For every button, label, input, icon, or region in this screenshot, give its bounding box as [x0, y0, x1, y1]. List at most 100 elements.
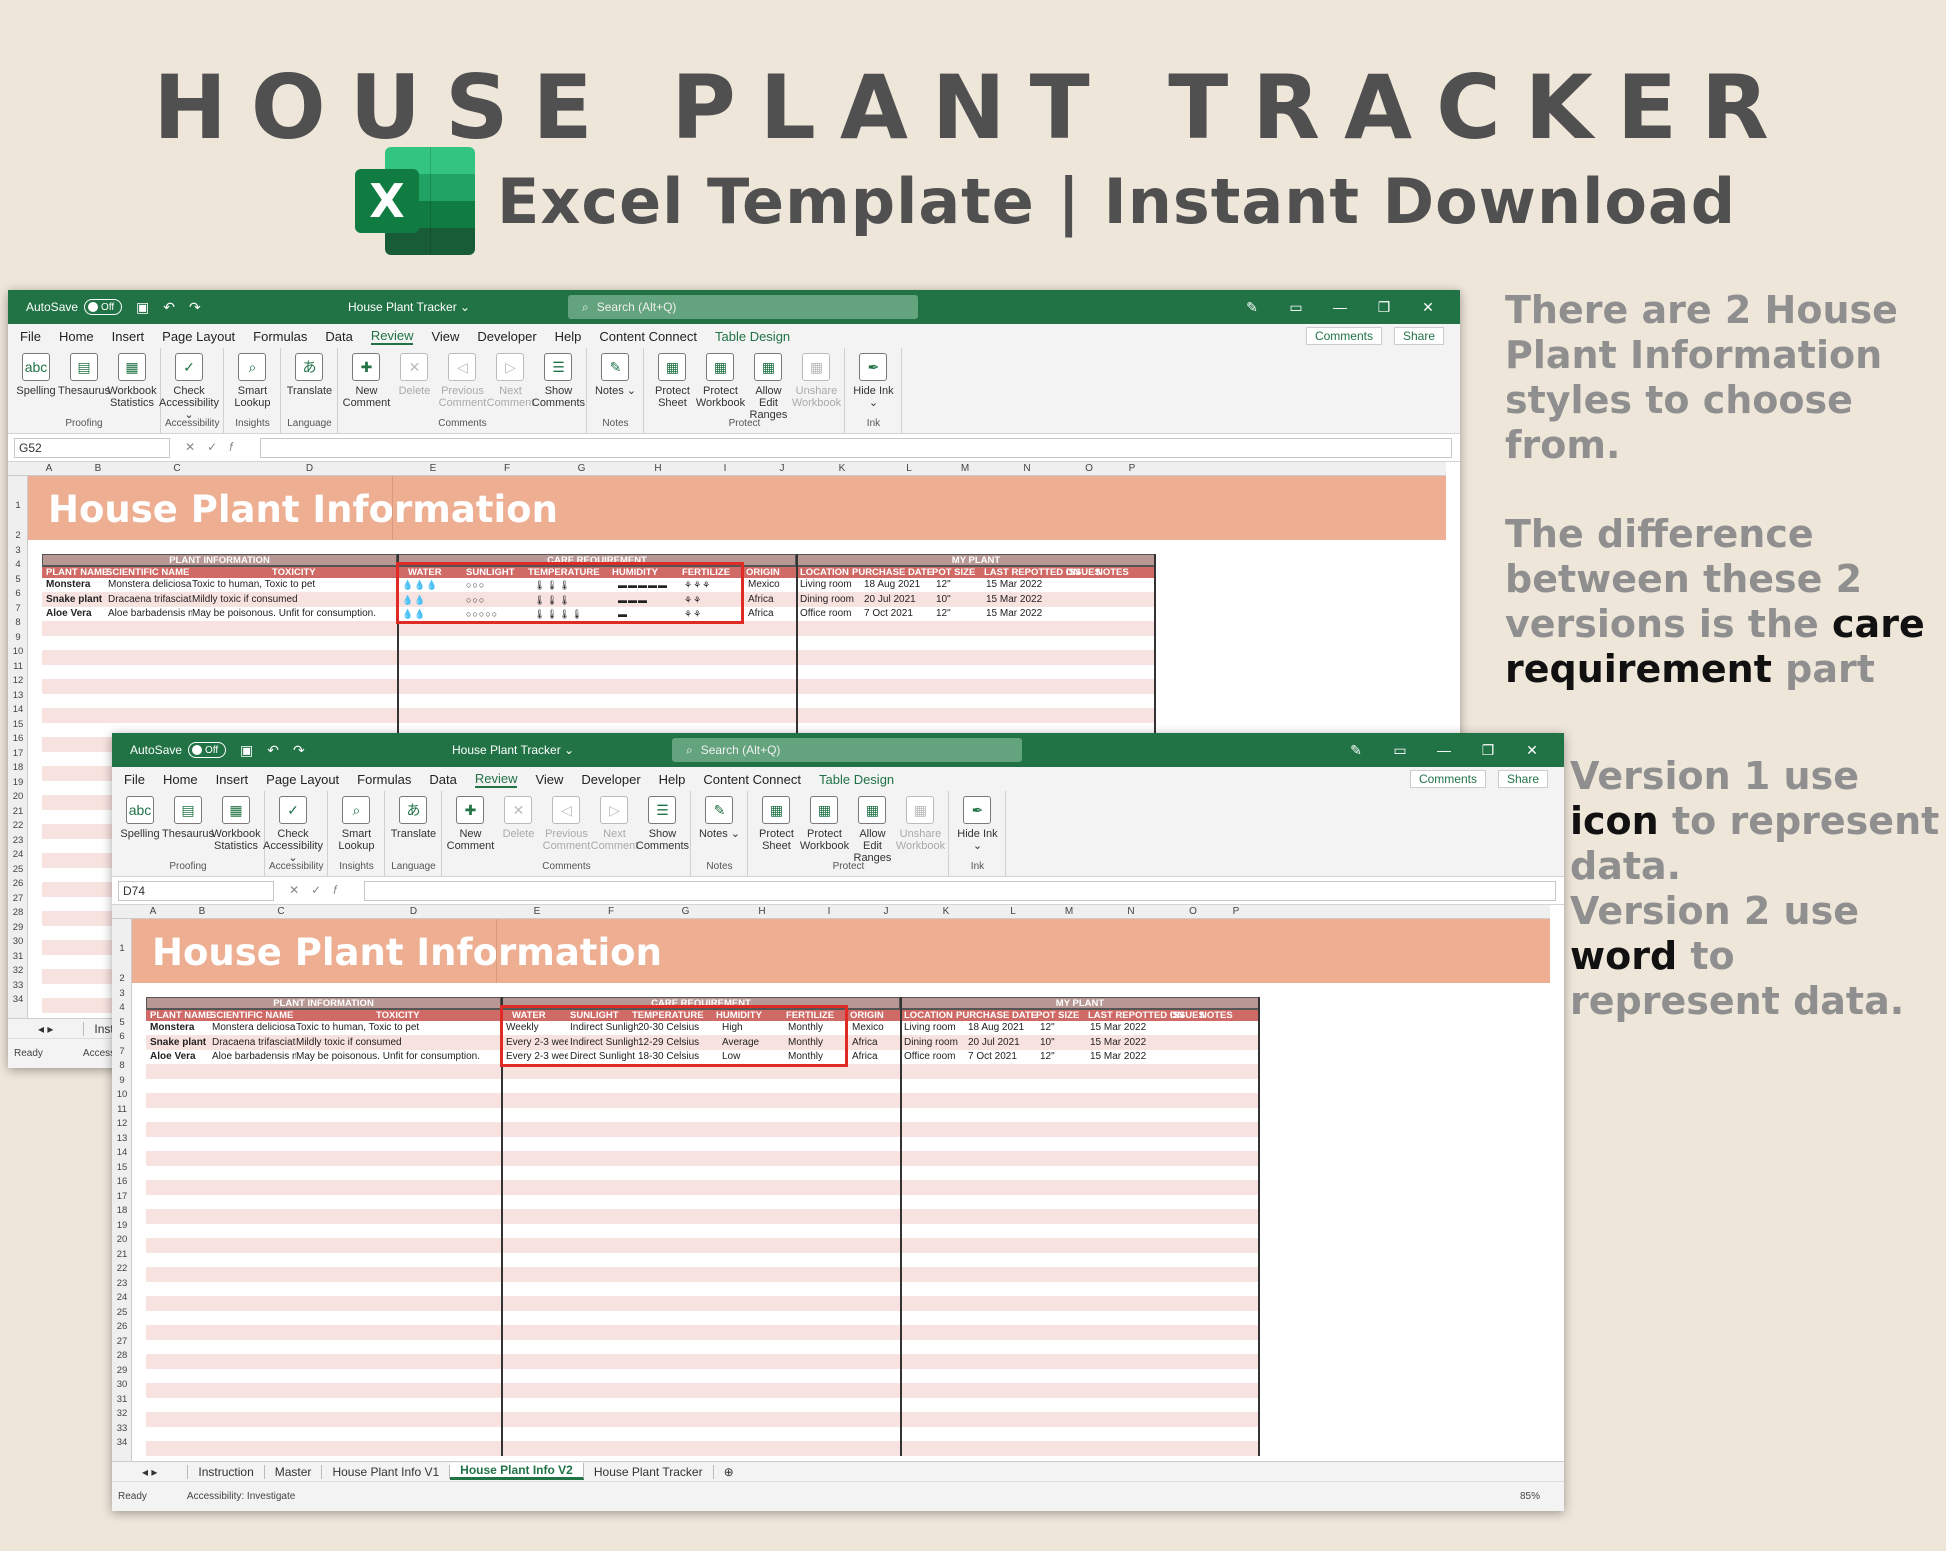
row-header[interactable]: 6	[8, 588, 28, 599]
table-row[interactable]	[146, 1441, 1259, 1456]
pen-icon[interactable]: ✎	[1334, 742, 1378, 759]
check-accessibility-button[interactable]: ✓ Check Accessibility ⌄	[263, 793, 323, 864]
cell-date[interactable]: 18 Aug 2021	[864, 578, 934, 592]
row-header[interactable]: 4	[112, 1002, 132, 1013]
row-header[interactable]: 24	[8, 849, 28, 860]
row-header[interactable]: 4	[8, 559, 28, 570]
table-row[interactable]	[42, 650, 1155, 665]
row-header[interactable]: 11	[112, 1104, 132, 1115]
table-row[interactable]	[146, 1267, 1259, 1282]
sheet-tab-house-plant-info-v2[interactable]: House Plant Info V2	[450, 1463, 584, 1480]
add-sheet-icon[interactable]: ⊕	[714, 1465, 744, 1479]
table-row[interactable]	[146, 1354, 1259, 1369]
table-row[interactable]	[146, 1340, 1259, 1355]
menu-item-table-design[interactable]: Table Design	[715, 329, 790, 344]
close-icon[interactable]: ✕	[1510, 742, 1554, 759]
smart-lookup-button[interactable]: ⌕ Smart Lookup	[228, 350, 276, 418]
column-header-n[interactable]: N	[988, 463, 1066, 474]
cell-loc[interactable]: Living room	[904, 1021, 966, 1035]
toggle-switch[interactable]: Off	[188, 742, 227, 758]
menu-item-file[interactable]: File	[124, 772, 145, 787]
file-name[interactable]: House Plant Tracker ⌄	[452, 743, 652, 757]
cell-sci[interactable]: Aloe barbadensis mill	[212, 1050, 296, 1064]
row-header[interactable]: 29	[112, 1365, 132, 1376]
menu-item-page-layout[interactable]: Page Layout	[162, 329, 235, 344]
table-row[interactable]	[146, 1108, 1259, 1123]
comments-button[interactable]: Comments	[1305, 327, 1382, 345]
spelling-button[interactable]: abc Spelling	[116, 793, 164, 861]
row-header[interactable]: 9	[112, 1075, 132, 1086]
comments-button[interactable]: Comments	[1409, 770, 1486, 788]
row-header[interactable]: 28	[8, 907, 28, 918]
row-header[interactable]: 16	[8, 733, 28, 744]
row-header[interactable]: 25	[112, 1307, 132, 1318]
row-header[interactable]: 21	[112, 1249, 132, 1260]
redo-icon[interactable]: ↷	[293, 742, 305, 759]
accessibility-status[interactable]: Accessibility: Investigate	[187, 1491, 295, 1502]
search-box[interactable]: ⌕ Search (Alt+Q)	[672, 738, 1022, 762]
worksheet-grid[interactable]: ABCDEFGHIJKLMNOP 1 2 3 4 5 6 7 8 9 10 11 12 13 14 15 16…	[112, 905, 1550, 1465]
cell-rep[interactable]: 15 Mar 2022	[986, 593, 1066, 607]
row-header[interactable]: 15	[8, 719, 28, 730]
cell-pot[interactable]: 12"	[1040, 1021, 1090, 1035]
column-header-h[interactable]: H	[622, 463, 694, 474]
row-header[interactable]: 34	[8, 994, 28, 1005]
table-row[interactable]	[42, 679, 1155, 694]
table-row[interactable]	[42, 636, 1155, 651]
row-header[interactable]: 28	[112, 1350, 132, 1361]
cell-tox[interactable]: Mildly toxic if consumed	[192, 593, 398, 607]
menu-item-view[interactable]: View	[535, 772, 563, 787]
row-header[interactable]: 12	[112, 1118, 132, 1129]
menu-item-insert[interactable]: Insert	[112, 329, 145, 344]
hide-ink-button[interactable]: ✒ Hide Ink ⌄	[849, 350, 897, 418]
menu-item-page-layout[interactable]: Page Layout	[266, 772, 339, 787]
cell-name[interactable]: Monstera	[150, 1021, 210, 1035]
next-comment-button[interactable]: ▷ Next Comment	[590, 793, 638, 861]
table-row[interactable]	[146, 1311, 1259, 1326]
menu-item-view[interactable]: View	[431, 329, 459, 344]
row-header[interactable]: 10	[8, 646, 28, 657]
row-header[interactable]: 19	[8, 777, 28, 788]
row-header[interactable]: 30	[112, 1379, 132, 1390]
autosave-toggle[interactable]: AutoSave Off	[130, 742, 227, 758]
row-header[interactable]: 17	[8, 748, 28, 759]
cell-tox[interactable]: May be poisonous. Unfit for consumption.	[192, 607, 398, 621]
column-header-n[interactable]: N	[1092, 906, 1170, 917]
cell-sci[interactable]: Dracaena trifasciata	[108, 593, 192, 607]
column-header-g[interactable]: G	[645, 906, 726, 917]
row-header[interactable]: 2	[112, 973, 132, 984]
menu-item-help[interactable]: Help	[555, 329, 582, 344]
delete-button[interactable]: ✕ Delete	[390, 350, 438, 418]
column-header-k[interactable]: K	[808, 463, 876, 474]
protect-workbook-button[interactable]: ▦ Protect Workbook	[696, 350, 745, 418]
table-row[interactable]	[146, 1151, 1259, 1166]
undo-icon[interactable]: ↶	[267, 742, 279, 759]
row-header[interactable]: 26	[112, 1321, 132, 1332]
cell-loc[interactable]: Dining room	[800, 593, 862, 607]
row-header[interactable]: 8	[8, 617, 28, 628]
row-header[interactable]: 14	[112, 1147, 132, 1158]
menu-item-home[interactable]: Home	[163, 772, 198, 787]
row-header[interactable]: 33	[8, 980, 28, 991]
cell-rep[interactable]: 15 Mar 2022	[986, 578, 1066, 592]
row-header[interactable]: 24	[112, 1292, 132, 1303]
table-row[interactable]	[42, 708, 1155, 723]
thesaurus-button[interactable]: ▤ Thesaurus	[58, 350, 110, 418]
table-row[interactable]	[146, 1093, 1259, 1108]
next-comment-button[interactable]: ▷ Next Comment	[486, 350, 534, 418]
row-header[interactable]: 33	[112, 1423, 132, 1434]
menu-item-table-design[interactable]: Table Design	[819, 772, 894, 787]
row-header[interactable]: 7	[8, 603, 28, 614]
row-header[interactable]: 25	[8, 864, 28, 875]
new-comment-button[interactable]: ✚ New Comment	[446, 793, 494, 861]
undo-icon[interactable]: ↶	[163, 299, 175, 316]
close-icon[interactable]: ✕	[1406, 299, 1450, 316]
sheet-nav-arrows[interactable]: ◂ ▸	[8, 1021, 85, 1036]
allow-edit-ranges-button[interactable]: ▦ Allow Edit Ranges	[848, 793, 896, 864]
protect-workbook-button[interactable]: ▦ Protect Workbook	[800, 793, 849, 861]
cell-origin[interactable]: Mexico	[852, 1021, 904, 1035]
cell-date[interactable]: 7 Oct 2021	[864, 607, 934, 621]
column-header-e[interactable]: E	[497, 906, 577, 917]
table-row[interactable]	[146, 1079, 1259, 1094]
name-box[interactable]: D74	[118, 880, 274, 901]
